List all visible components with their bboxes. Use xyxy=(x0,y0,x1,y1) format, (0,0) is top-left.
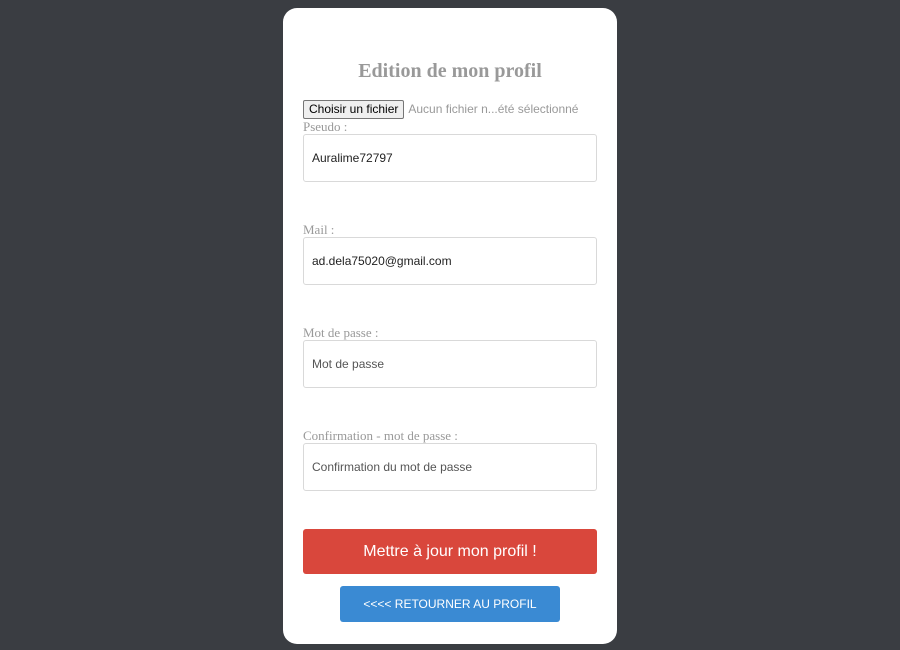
password-confirm-label: Confirmation - mot de passe : xyxy=(303,428,458,443)
pseudo-input[interactable] xyxy=(303,134,597,182)
mail-label: Mail : xyxy=(303,222,335,237)
password-label: Mot de passe : xyxy=(303,325,379,340)
password-confirm-input[interactable] xyxy=(303,443,597,491)
choose-file-button[interactable]: Choisir un fichier xyxy=(303,99,405,119)
update-profile-button[interactable]: Mettre à jour mon profil ! xyxy=(303,529,597,574)
pseudo-label: Pseudo : xyxy=(303,119,348,134)
profile-edit-card: Edition de mon profil Choisir un fichier… xyxy=(283,8,617,644)
password-input[interactable] xyxy=(303,340,597,388)
back-to-profile-button[interactable]: <<<< RETOURNER AU PROFIL xyxy=(340,586,560,622)
page-title: Edition de mon profil xyxy=(358,60,542,82)
file-status-text: Aucun fichier n...été sélectionné xyxy=(408,102,579,116)
file-upload: Choisir un fichier Aucun fichier n...été… xyxy=(303,99,578,119)
mail-input[interactable] xyxy=(303,237,597,285)
